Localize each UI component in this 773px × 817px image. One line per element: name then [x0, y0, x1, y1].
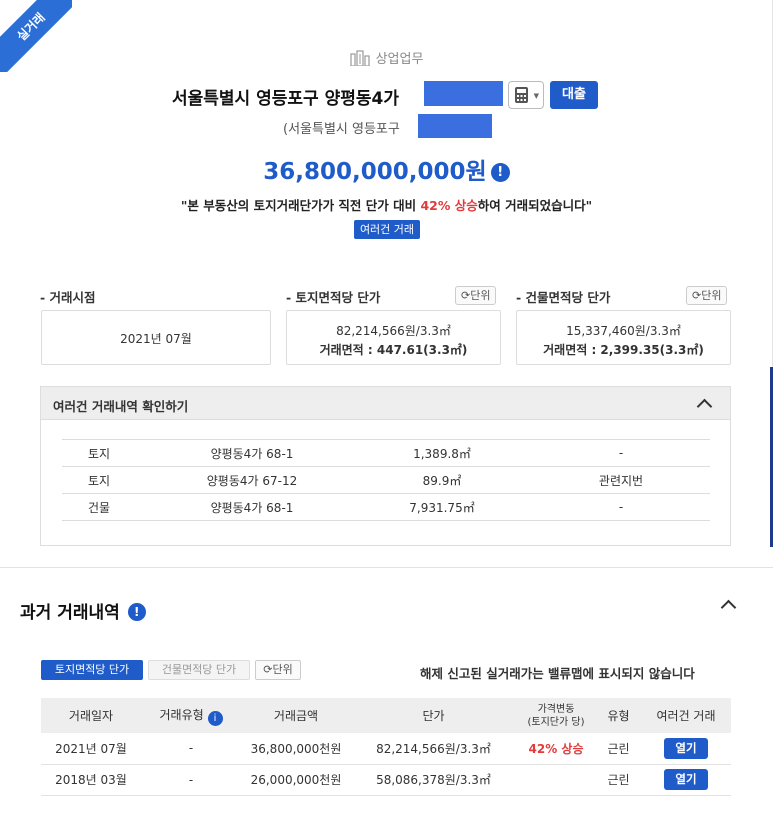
refresh-icon: ⟳ — [692, 289, 702, 302]
tab-building-unit-price[interactable]: 건물면적당 단가 — [148, 660, 250, 680]
building-unit-price-value: 15,337,460원/3.3㎡ — [566, 324, 681, 338]
multi-trade-badge: 여러건 거래 — [354, 220, 420, 239]
trade-history-card: 과거 거래내역 ! 토지면적당 단가 건물면적당 단가 ⟳단위 해제 신고된 실… — [0, 567, 773, 817]
address-sub: (서울특별시 영등포구 — [283, 122, 400, 137]
table-header: 거래일자 거래유형 i 거래금액 단가 가격변동 (토지단가 당) 유형 여러건 … — [41, 698, 731, 733]
building-unit-price-box: 15,337,460원/3.3㎡ 거래면적 : 2,399.35(3.3㎡) — [516, 310, 731, 365]
address-redaction — [424, 81, 503, 106]
trade-date-label: - 거래시점 — [40, 290, 96, 305]
building-area-value: 거래면적 : 2,399.35(3.3㎡) — [543, 343, 704, 357]
land-unit-price-box: 82,214,566원/3.3㎡ 거래면적 : 447.61(3.3㎡) — [286, 310, 501, 365]
trade-price-value: 36,800,000,000원 — [263, 159, 487, 185]
building-unit-toggle[interactable]: ⟳단위 — [686, 286, 728, 305]
usage-label: 상업업무 — [0, 48, 773, 70]
usage-text: 상업업무 — [375, 52, 424, 67]
land-unit-price-value: 82,214,566원/3.3㎡ — [336, 324, 451, 338]
land-unit-toggle[interactable]: ⟳단위 — [455, 286, 497, 305]
land-unit-price-label: - 토지면적당 단가 — [286, 290, 381, 305]
land-area-value: 거래면적 : 447.61(3.3㎡) — [319, 343, 468, 357]
chevron-up-icon[interactable] — [720, 599, 737, 616]
trade-history-table: 거래일자 거래유형 i 거래금액 단가 가격변동 (토지단가 당) 유형 여러건 … — [41, 698, 731, 796]
multi-trade-table: 토지 양평동4가 68-1 1,389.8㎡ - 토지 양평동4가 67-12 … — [62, 439, 710, 521]
loan-button[interactable]: 대출 — [550, 81, 598, 109]
quote-pre: "본 부동산의 토지거래단가가 직전 단가 대비 — [180, 198, 421, 213]
quote-highlight: 42% 상승 — [420, 198, 478, 213]
tab-land-unit-price[interactable]: 토지면적당 단가 — [41, 660, 143, 680]
info-icon[interactable]: ! — [127, 603, 146, 621]
multi-trade-panel-header[interactable]: 여러건 거래내역 확인하기 — [41, 387, 730, 420]
table-row: 건물 양평동4가 68-1 7,931.75㎡ - — [62, 493, 710, 521]
info-icon[interactable]: ! — [490, 163, 510, 182]
building-icon — [349, 49, 370, 70]
chevron-up-icon[interactable] — [696, 398, 713, 415]
building-unit-price-label: - 건물면적당 단가 — [516, 290, 611, 305]
address-main: 서울특별시 영등포구 양평동4가 — [172, 89, 399, 109]
calculator-button[interactable]: ▼ — [508, 81, 544, 109]
info-icon[interactable]: i — [207, 710, 223, 726]
table-row: 토지 양평동4가 68-1 1,389.8㎡ - — [62, 439, 710, 467]
trade-history-title: 과거 거래내역 ! — [20, 598, 146, 623]
trade-date-box: 2021년 07월 — [41, 310, 271, 365]
address-sub-redaction — [418, 114, 492, 138]
price-change-quote: "본 부동산의 토지거래단가가 직전 단가 대비 42% 상승하여 거래되었습니… — [0, 195, 773, 214]
multi-trade-panel-title: 여러건 거래내역 확인하기 — [53, 399, 189, 414]
quote-post: 하여 거래되었습니다" — [477, 198, 593, 213]
table-row: 2018년 03월 - 26,000,000천원 58,086,378원/3.3… — [41, 764, 731, 796]
open-button[interactable]: 열기 — [664, 769, 708, 790]
open-button[interactable]: 열기 — [664, 737, 708, 759]
unit-toggle-button[interactable]: ⟳단위 — [255, 660, 301, 680]
refresh-icon: ⟳ — [461, 289, 471, 302]
calculator-icon — [515, 87, 528, 103]
cancel-notice: 해제 신고된 실거래가는 밸류맵에 표시되지 않습니다 — [420, 666, 695, 681]
trade-date-value: 2021년 07월 — [120, 332, 192, 346]
transaction-summary-card: 실거래 상업업무 서울특별시 영등포구 양평동4가 ▼ 대출 (서울특별시 영등… — [0, 0, 773, 547]
table-row: 토지 양평동4가 67-12 89.9㎡ 관련지번 — [62, 466, 710, 494]
chevron-down-icon: ▼ — [533, 92, 539, 100]
trade-price: 36,800,000,000원! — [0, 152, 773, 186]
table-row: 2021년 07월 - 36,800,000천원 82,214,566원/3.3… — [41, 733, 731, 765]
address-row: 서울특별시 영등포구 양평동4가 ▼ 대출 — [0, 81, 773, 111]
